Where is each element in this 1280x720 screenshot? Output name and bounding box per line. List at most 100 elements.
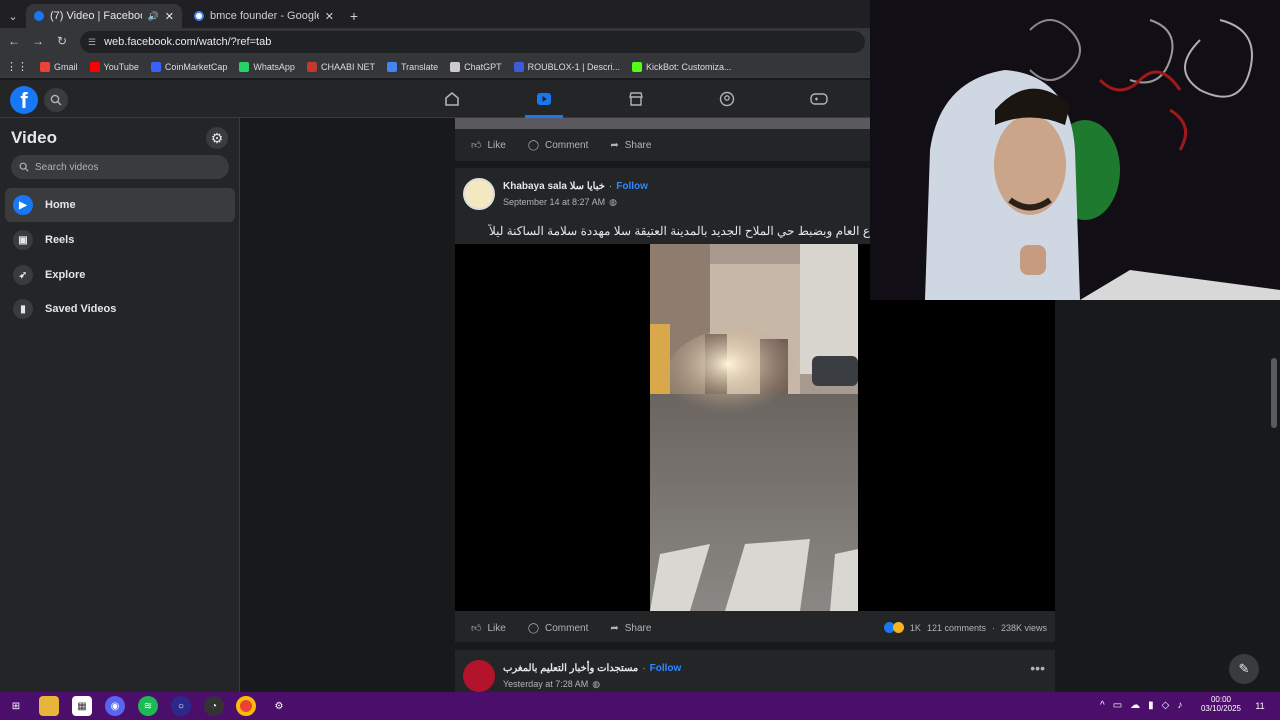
obs-icon[interactable]: ◔ bbox=[204, 696, 224, 716]
bookmark-item[interactable]: KickBot: Customiza... bbox=[632, 61, 732, 72]
share-button[interactable]: ➦ Share bbox=[610, 622, 651, 634]
rocket-icon: ➶ bbox=[13, 265, 33, 285]
comment-icon: ◯ bbox=[527, 622, 540, 634]
reaction-icons[interactable] bbox=[883, 622, 904, 633]
like-icon: 👍︎ bbox=[471, 623, 482, 634]
tab-google[interactable]: bmce founder - Google Search ✕ bbox=[186, 4, 342, 28]
bookmark-item[interactable]: CoinMarketCap bbox=[150, 61, 227, 72]
browser-toolbar: ← → ↻ ☰ web.facebook.com/watch/?ref=tab bbox=[0, 28, 870, 56]
bookmark-favicon-icon bbox=[239, 61, 250, 72]
reload-icon[interactable]: ↻ bbox=[57, 34, 67, 48]
bookmark-favicon-icon bbox=[513, 61, 524, 72]
view-count: 238K views bbox=[1000, 622, 1047, 633]
video-nav-icon[interactable] bbox=[533, 88, 555, 110]
share-button[interactable]: ➦ Share bbox=[610, 139, 651, 151]
bookmarks-bar: ⋮⋮ Gmail YouTube CoinMarketCap WhatsApp CHAA… bbox=[0, 56, 870, 78]
video-frame bbox=[650, 244, 858, 611]
compose-message-icon[interactable]: ✎ bbox=[1229, 654, 1259, 684]
sidebar-item-home[interactable]: ▶ Home bbox=[5, 188, 235, 222]
wow-reaction-icon bbox=[892, 622, 904, 633]
bookmark-item[interactable]: CHAABI NET bbox=[306, 61, 375, 72]
follow-button[interactable]: Follow bbox=[616, 181, 648, 192]
search-videos-input[interactable]: Search videos bbox=[11, 155, 229, 179]
chevron-up-icon[interactable]: ^ bbox=[1100, 700, 1105, 711]
system-tray[interactable]: ^ ▭ ☁ ▮ ◇ ♪ bbox=[1100, 700, 1182, 711]
volume-icon[interactable]: ♪ bbox=[1177, 700, 1182, 711]
back-icon[interactable]: ← bbox=[8, 34, 20, 48]
windows-start-icon[interactable]: ⊞ bbox=[6, 696, 26, 716]
network-icon[interactable]: ▭ bbox=[1113, 700, 1122, 711]
bookmark-item[interactable]: YouTube bbox=[89, 61, 139, 72]
like-button[interactable]: 👍︎ Like bbox=[471, 139, 506, 152]
comment-button[interactable]: ◯ Comment bbox=[528, 622, 589, 634]
cloud-icon[interactable]: ☁ bbox=[1130, 700, 1140, 711]
settings-icon[interactable]: ⚙ bbox=[269, 696, 289, 716]
gaming-nav-icon[interactable] bbox=[808, 88, 830, 110]
close-tab-icon[interactable]: ✕ bbox=[165, 10, 174, 23]
chrome-icon[interactable] bbox=[236, 696, 256, 716]
forward-icon[interactable]: → bbox=[32, 34, 44, 48]
sidebar-item-label: Explore bbox=[45, 269, 86, 281]
store-icon[interactable]: ▦ bbox=[72, 696, 92, 716]
comment-icon: ◯ bbox=[527, 139, 540, 151]
spotify-icon[interactable]: ≋ bbox=[138, 696, 158, 716]
post-author[interactable]: مستجدات وأخبار التعليم بالمغرب bbox=[503, 663, 638, 674]
notification-icon[interactable]: 11 bbox=[1252, 698, 1268, 714]
sidebar-item-label: Home bbox=[45, 199, 76, 211]
facebook-logo-icon[interactable]: f bbox=[10, 86, 38, 114]
sidebar-title: Video bbox=[11, 128, 57, 147]
reaction-count[interactable]: 1K bbox=[910, 623, 921, 633]
marketplace-nav-icon[interactable] bbox=[625, 88, 647, 110]
groups-nav-icon[interactable] bbox=[716, 88, 738, 110]
like-icon: 👍︎ bbox=[471, 140, 482, 151]
app-icon[interactable]: ○ bbox=[171, 696, 191, 716]
bookmark-item[interactable]: Gmail bbox=[40, 61, 78, 72]
post-author[interactable]: Khabaya sala خبايا سلا bbox=[503, 181, 605, 192]
new-tab-button[interactable]: + bbox=[344, 4, 364, 28]
discord-icon[interactable]: ◉ bbox=[105, 696, 125, 716]
avatar[interactable] bbox=[463, 660, 495, 692]
tab-title: bmce founder - Google Search bbox=[210, 10, 319, 22]
page-scrollbar[interactable] bbox=[1271, 358, 1277, 428]
tab-search-button[interactable]: ⌄ bbox=[2, 4, 24, 28]
address-bar[interactable]: ☰ web.facebook.com/watch/?ref=tab bbox=[80, 31, 865, 53]
speaker-icon[interactable]: 🔊 bbox=[148, 11, 159, 22]
bookmark-item[interactable]: Translate bbox=[386, 61, 438, 72]
comment-button[interactable]: ◯ Comment bbox=[528, 139, 589, 151]
mic-icon[interactable]: ▮ bbox=[1148, 700, 1154, 711]
site-info-icon[interactable]: ☰ bbox=[88, 37, 96, 48]
bookmark-favicon-icon bbox=[386, 61, 397, 72]
share-icon: ➦ bbox=[610, 622, 619, 634]
post-timestamp[interactable]: Yesterday at 7:28 AM bbox=[503, 679, 588, 690]
google-favicon-icon bbox=[194, 11, 204, 21]
file-explorer-icon[interactable] bbox=[39, 696, 59, 716]
clock[interactable]: 00:00 03/10/2025 bbox=[1198, 695, 1244, 713]
wifi-icon[interactable]: ◇ bbox=[1162, 700, 1170, 711]
previous-video-thumbnail[interactable] bbox=[455, 118, 870, 129]
close-tab-icon[interactable]: ✕ bbox=[325, 10, 334, 23]
bookmark-item[interactable]: WhatsApp bbox=[239, 61, 295, 72]
avatar[interactable] bbox=[463, 178, 495, 210]
sidebar-item-saved-videos[interactable]: ▮ Saved Videos bbox=[5, 292, 235, 326]
clock-date: 03/10/2025 bbox=[1200, 704, 1242, 713]
more-options-icon[interactable]: ••• bbox=[1030, 660, 1045, 676]
post-timestamp[interactable]: September 14 at 8:27 AM bbox=[503, 197, 605, 208]
bookmark-item[interactable]: ChatGPT bbox=[450, 61, 502, 72]
gear-icon[interactable]: ⚙ bbox=[206, 127, 228, 149]
comment-count[interactable]: 121 comments bbox=[927, 623, 986, 633]
sidebar-item-reels[interactable]: ▣ Reels bbox=[5, 223, 235, 257]
url-text: web.facebook.com/watch/?ref=tab bbox=[104, 36, 272, 48]
like-button[interactable]: 👍︎ Like bbox=[471, 622, 506, 635]
facebook-favicon-icon bbox=[34, 11, 44, 21]
bookmark-favicon-icon bbox=[632, 61, 643, 72]
bookmark-item[interactable]: ROUBLOX-1 | Descri... bbox=[513, 61, 620, 72]
tab-facebook[interactable]: (7) Video | Facebook 🔊 ✕ bbox=[26, 4, 182, 28]
home-nav-icon[interactable] bbox=[441, 88, 463, 110]
browser-tab-strip: ⌄ (7) Video | Facebook 🔊 ✕ bmce founder … bbox=[0, 0, 870, 28]
follow-button[interactable]: Follow bbox=[650, 663, 682, 674]
sidebar-item-explore[interactable]: ➶ Explore bbox=[5, 258, 235, 292]
search-icon[interactable] bbox=[44, 88, 68, 112]
search-icon bbox=[19, 162, 29, 172]
play-icon: ▶ bbox=[13, 195, 33, 215]
apps-grid-icon[interactable]: ⋮⋮ bbox=[6, 60, 28, 73]
